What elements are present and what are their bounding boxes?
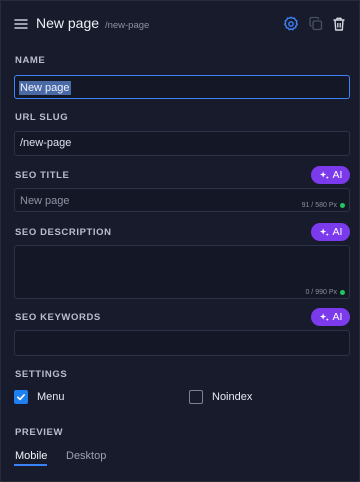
panel-header: New page /new-page <box>1 1 359 47</box>
name-label: NAME <box>15 55 46 66</box>
sparkle-icon <box>319 227 329 236</box>
preview-label: PREVIEW <box>15 427 64 438</box>
sparkle-icon <box>319 312 329 321</box>
settings-label: SETTINGS <box>15 369 68 380</box>
seo-title-placeholder: New page <box>20 195 70 207</box>
seo-keywords-label: SEO KEYWORDS <box>15 312 101 323</box>
settings-icon[interactable] <box>282 15 300 33</box>
seo-title-counter: 91 / 580 Px <box>302 202 345 209</box>
page-slug-text: /new-page <box>104 20 150 31</box>
url-slug-input[interactable]: /new-page <box>14 131 350 156</box>
menu-icon[interactable] <box>13 16 29 32</box>
seo-keywords-ai-button[interactable]: AI <box>311 308 350 326</box>
ai-button-label: AI <box>332 226 343 238</box>
noindex-checkbox[interactable] <box>189 390 203 404</box>
seo-title-ai-button[interactable]: AI <box>311 166 350 184</box>
menu-checkbox[interactable] <box>14 390 28 404</box>
noindex-checkbox-label: Noindex <box>212 391 253 403</box>
checkmark-icon <box>17 394 25 401</box>
status-dot-icon <box>340 290 345 295</box>
seo-title-label: SEO TITLE <box>15 170 70 181</box>
seo-description-textarea[interactable]: 0 / 990 Px <box>14 245 350 299</box>
sparkle-icon <box>319 170 329 179</box>
tab-mobile[interactable]: Mobile <box>15 450 47 462</box>
menu-checkbox-row[interactable]: Menu <box>14 390 65 404</box>
name-input-value: New page <box>19 81 71 95</box>
active-tab-indicator <box>14 464 47 466</box>
copy-icon[interactable] <box>307 15 325 33</box>
ai-button-label: AI <box>332 311 343 323</box>
seo-title-counter-text: 91 / 580 Px <box>301 202 337 209</box>
tab-desktop[interactable]: Desktop <box>66 450 106 462</box>
page-title: New page /new-page <box>36 15 149 31</box>
page-settings-panel: New page /new-page NAME New page URL SLU… <box>0 0 360 482</box>
ai-button-label: AI <box>332 169 343 181</box>
seo-description-label: SEO DESCRIPTION <box>15 227 112 238</box>
name-input[interactable]: New page <box>14 75 350 99</box>
status-dot-icon <box>340 203 345 208</box>
seo-description-counter: 0 / 990 Px <box>305 289 345 296</box>
seo-description-counter-text: 0 / 990 Px <box>305 289 337 296</box>
trash-icon[interactable] <box>330 15 348 33</box>
page-title-text: New page <box>36 15 100 31</box>
noindex-checkbox-row[interactable]: Noindex <box>189 390 252 404</box>
seo-title-input[interactable]: New page 91 / 580 Px <box>14 188 350 212</box>
menu-checkbox-label: Menu <box>37 391 65 403</box>
seo-description-ai-button[interactable]: AI <box>311 223 350 241</box>
seo-keywords-input[interactable] <box>14 330 350 356</box>
url-slug-label: URL SLUG <box>15 112 69 123</box>
